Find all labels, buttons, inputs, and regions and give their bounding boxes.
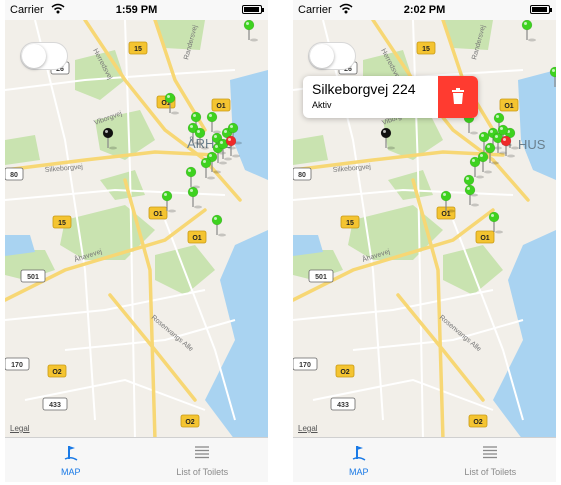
route-shield-o1: O1 xyxy=(475,230,495,244)
route-shield-170: 170 xyxy=(5,357,30,371)
svg-text:O2: O2 xyxy=(52,369,61,376)
legal-link[interactable]: Legal xyxy=(10,424,30,433)
svg-text:O1: O1 xyxy=(216,103,225,110)
battery-icon xyxy=(530,5,552,14)
map-canvas: HerredsvejRandersvejViborgvejSilkeborgve… xyxy=(5,20,268,440)
tab-map-label: MAP xyxy=(60,467,81,477)
svg-text:15: 15 xyxy=(422,46,430,53)
route-shield-501: 501 xyxy=(308,269,334,283)
status-bar: Carrier 1:59 PM xyxy=(5,0,268,20)
route-shield-o2: O2 xyxy=(335,364,355,378)
svg-text:15: 15 xyxy=(346,220,354,227)
map-toggle[interactable] xyxy=(308,42,356,70)
route-shield-o1: O1 xyxy=(187,230,207,244)
svg-text:170: 170 xyxy=(299,362,311,369)
status-bar: Carrier 2:02 PM xyxy=(293,0,556,20)
tab-bar: MAP List of Toilets xyxy=(5,437,268,482)
route-shield-15: 15 xyxy=(128,41,148,55)
route-shield-15: 15 xyxy=(52,215,72,229)
svg-text:433: 433 xyxy=(337,402,349,409)
city-label: HUS xyxy=(518,137,546,152)
svg-text:O1: O1 xyxy=(504,103,513,110)
route-shield-170: 170 xyxy=(293,357,318,371)
left-screen: Carrier 1:59 PM Herredsvej Randersvej Vibo… xyxy=(5,0,268,482)
route-shield-o1: O1 xyxy=(148,206,168,220)
route-shield-501: 501 xyxy=(20,269,46,283)
svg-text:433: 433 xyxy=(49,402,61,409)
route-shield-o2: O2 xyxy=(47,364,67,378)
trash-icon xyxy=(452,88,464,104)
route-shield-15: 15 xyxy=(340,215,360,229)
callout-title: Silkeborgvej 224 xyxy=(312,81,416,97)
tab-map[interactable]: MAP xyxy=(5,438,137,482)
route-shield-o1: O1 xyxy=(211,98,231,112)
tab-list[interactable]: List of Toilets xyxy=(137,438,269,482)
list-icon xyxy=(483,446,498,459)
flag-icon xyxy=(64,446,78,461)
map-toggle[interactable] xyxy=(20,42,68,70)
svg-text:501: 501 xyxy=(315,274,327,281)
clock: 1:59 PM xyxy=(115,4,158,16)
svg-text:15: 15 xyxy=(58,220,66,227)
tab-list-label: List of Toilets xyxy=(464,467,517,477)
svg-text:O2: O2 xyxy=(340,369,349,376)
svg-text:O1: O1 xyxy=(480,235,489,242)
svg-text:O1: O1 xyxy=(153,211,162,218)
map-view[interactable]: Herredsvej Randersvej Viborgvej Silkeborgve… xyxy=(5,20,268,440)
flag-icon xyxy=(352,446,366,461)
tab-map-label: MAP xyxy=(348,467,369,477)
route-shield-o1: O1 xyxy=(499,98,519,112)
svg-text:80: 80 xyxy=(10,172,18,179)
route-shield-433: 433 xyxy=(330,397,356,411)
callout-subtitle: Aktiv xyxy=(312,100,332,110)
tab-map[interactable]: MAP xyxy=(293,438,425,482)
battery-icon xyxy=(242,5,264,14)
route-shield-o2: O2 xyxy=(180,414,200,428)
route-shield-o2: O2 xyxy=(468,414,488,428)
park-area xyxy=(5,135,40,165)
svg-text:501: 501 xyxy=(27,274,39,281)
route-shield-433: 433 xyxy=(42,397,68,411)
list-icon xyxy=(195,446,210,459)
delete-button[interactable] xyxy=(438,76,478,118)
svg-text:O2: O2 xyxy=(185,419,194,426)
tab-list-label: List of Toilets xyxy=(176,467,229,477)
route-shield-80: 80 xyxy=(5,167,24,181)
route-shield-15: 15 xyxy=(416,41,436,55)
clock: 2:02 PM xyxy=(403,4,446,16)
route-shield-80: 80 xyxy=(293,167,312,181)
svg-text:170: 170 xyxy=(11,362,23,369)
tab-bar: MAP List of Toilets xyxy=(293,437,556,482)
pin-callout[interactable]: Silkeborgvej 224 Aktiv xyxy=(303,76,478,118)
legal-link[interactable]: Legal xyxy=(298,424,318,433)
svg-text:15: 15 xyxy=(134,46,142,53)
svg-text:O2: O2 xyxy=(473,419,482,426)
park-area xyxy=(293,135,328,165)
svg-text:80: 80 xyxy=(298,172,306,179)
svg-text:O1: O1 xyxy=(192,235,201,242)
right-screen: Carrier 2:02 PM Herredsvej Randersvej Vibo… xyxy=(293,0,556,482)
tab-list[interactable]: List of Toilets xyxy=(425,438,557,482)
